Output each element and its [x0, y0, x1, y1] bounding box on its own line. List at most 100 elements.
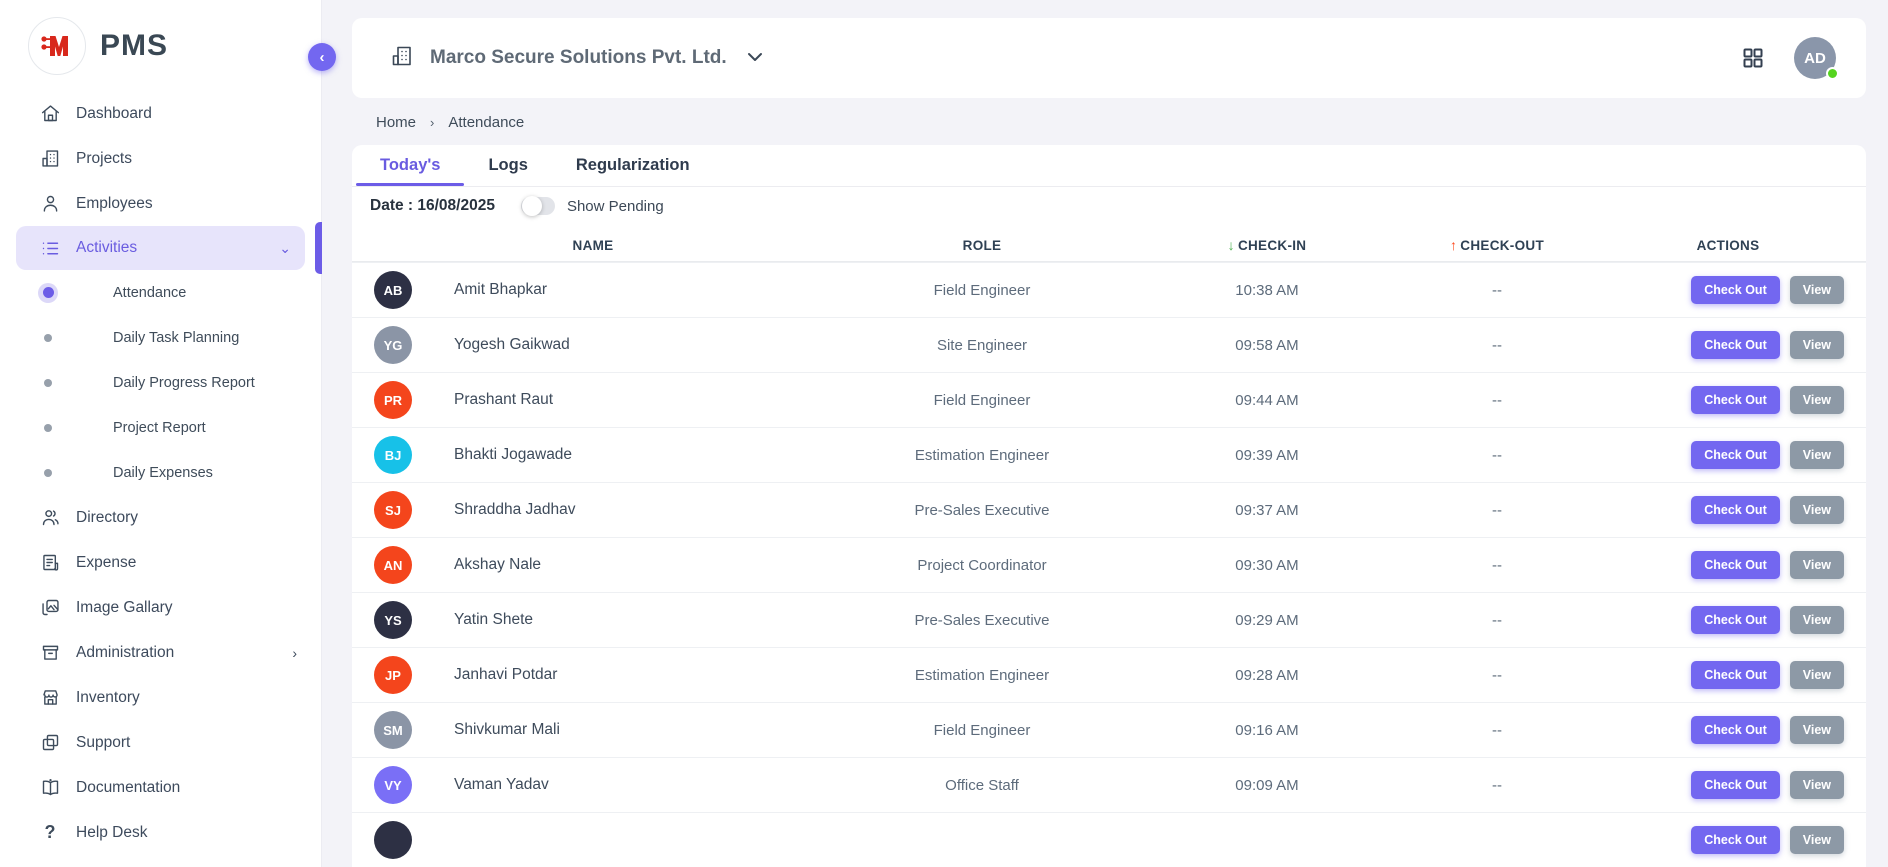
- check-out-button[interactable]: Check Out: [1691, 826, 1780, 854]
- check-in-time: 09:30 AM: [1152, 557, 1382, 574]
- check-out-time: --: [1382, 777, 1612, 794]
- view-button[interactable]: View: [1790, 606, 1844, 634]
- avatar: JP: [374, 656, 412, 694]
- dot-icon: [38, 328, 58, 348]
- breadcrumb-current: Attendance: [448, 114, 524, 131]
- avatar: YS: [374, 601, 412, 639]
- check-out-button[interactable]: Check Out: [1691, 551, 1780, 579]
- check-out-time: --: [1382, 557, 1612, 574]
- view-button[interactable]: View: [1790, 386, 1844, 414]
- tabs: Today's Logs Regularization: [352, 145, 1866, 187]
- view-button[interactable]: View: [1790, 716, 1844, 744]
- check-out-button[interactable]: Check Out: [1691, 331, 1780, 359]
- check-out-time: --: [1382, 612, 1612, 629]
- sidebar-subitem-daily-task-planning[interactable]: Daily Task Planning: [0, 315, 321, 360]
- view-button[interactable]: View: [1790, 661, 1844, 689]
- avatar: [374, 821, 412, 859]
- user-avatar[interactable]: AD: [1794, 37, 1836, 79]
- sidebar-subitem-project-report[interactable]: Project Report: [0, 405, 321, 450]
- sidebar-item-documentation[interactable]: Documentation: [0, 765, 321, 810]
- employee-name: Yatin Shete: [432, 611, 812, 629]
- sidebar-item-label: Directory: [76, 509, 297, 527]
- check-out-button[interactable]: Check Out: [1691, 386, 1780, 414]
- check-in-time: 09:44 AM: [1152, 392, 1382, 409]
- chevron-down-icon: [747, 49, 763, 67]
- table-row: SJ Shraddha Jadhav Pre-Sales Executive 0…: [352, 482, 1866, 537]
- date-label: Date : 16/08/2025: [370, 197, 495, 215]
- check-out-button[interactable]: Check Out: [1691, 661, 1780, 689]
- show-pending-toggle[interactable]: [521, 197, 555, 215]
- company-selector[interactable]: Marco Secure Solutions Pvt. Ltd.: [390, 44, 763, 73]
- view-button[interactable]: View: [1790, 331, 1844, 359]
- table-row: SM Shivkumar Mali Field Engineer 09:16 A…: [352, 702, 1866, 757]
- employee-name: Amit Bhapkar: [432, 281, 812, 299]
- archive-box-icon: [38, 641, 62, 665]
- check-out-button[interactable]: Check Out: [1691, 496, 1780, 524]
- sidebar-item-inventory[interactable]: Inventory: [0, 675, 321, 720]
- sidebar-subitem-attendance[interactable]: Attendance: [0, 270, 321, 315]
- employee-name: Akshay Nale: [432, 556, 812, 574]
- sidebar: PMS ‹ Dashboard Projects Employees: [0, 0, 322, 867]
- check-out-button[interactable]: Check Out: [1691, 606, 1780, 634]
- tab-todays[interactable]: Today's: [356, 145, 464, 186]
- table-row: JP Janhavi Potdar Estimation Engineer 09…: [352, 647, 1866, 702]
- column-header-checkout[interactable]: ↑CHECK-OUT: [1382, 237, 1612, 253]
- tab-regularization[interactable]: Regularization: [552, 145, 714, 186]
- check-in-time: 09:28 AM: [1152, 667, 1382, 684]
- column-header-checkin[interactable]: ↓CHECK-IN: [1152, 237, 1382, 253]
- sidebar-item-help-desk[interactable]: ? Help Desk: [0, 810, 321, 855]
- sidebar-item-activities[interactable]: Activities ⌄: [16, 226, 305, 270]
- column-header-actions: ACTIONS: [1612, 238, 1844, 253]
- employee-name: Janhavi Potdar: [432, 666, 812, 684]
- avatar: VY: [374, 766, 412, 804]
- sidebar-item-image-gallery[interactable]: Image Gallary: [0, 585, 321, 630]
- check-out-time: --: [1382, 667, 1612, 684]
- view-button[interactable]: View: [1790, 276, 1844, 304]
- sidebar-item-administration[interactable]: Administration ›: [0, 630, 321, 675]
- view-button[interactable]: View: [1790, 551, 1844, 579]
- sidebar-collapse-button[interactable]: ‹: [308, 43, 336, 71]
- sidebar-subitem-label: Daily Task Planning: [113, 330, 239, 346]
- view-button[interactable]: View: [1790, 441, 1844, 469]
- company-name: Marco Secure Solutions Pvt. Ltd.: [430, 47, 727, 69]
- avatar: PR: [374, 381, 412, 419]
- view-button[interactable]: View: [1790, 826, 1844, 854]
- sidebar-item-label: Documentation: [76, 779, 297, 797]
- employee-name: Vaman Yadav: [432, 776, 812, 794]
- employee-role: Estimation Engineer: [812, 447, 1152, 464]
- sidebar-item-employees[interactable]: Employees: [0, 181, 321, 226]
- list-icon: [38, 236, 62, 260]
- dot-icon: [38, 463, 58, 483]
- sidebar-subitem-label: Project Report: [113, 420, 206, 436]
- sidebar-item-directory[interactable]: Directory: [0, 495, 321, 540]
- sidebar-item-label: Expense: [76, 554, 297, 572]
- check-in-time: 09:39 AM: [1152, 447, 1382, 464]
- sidebar-item-expense[interactable]: Expense: [0, 540, 321, 585]
- employee-name: Shraddha Jadhav: [432, 501, 812, 519]
- sidebar-subitem-daily-progress-report[interactable]: Daily Progress Report: [0, 360, 321, 405]
- breadcrumb-home[interactable]: Home: [376, 114, 416, 131]
- sidebar-subitem-daily-expenses[interactable]: Daily Expenses: [0, 450, 321, 495]
- filter-row: Date : 16/08/2025 Show Pending: [352, 187, 1866, 226]
- row-actions: Check Out View: [1612, 441, 1844, 469]
- check-out-button[interactable]: Check Out: [1691, 276, 1780, 304]
- tab-logs[interactable]: Logs: [464, 145, 551, 186]
- topbar: Marco Secure Solutions Pvt. Ltd. AD: [352, 18, 1866, 98]
- sidebar-item-label: Employees: [76, 195, 297, 213]
- view-button[interactable]: View: [1790, 771, 1844, 799]
- check-out-button[interactable]: Check Out: [1691, 441, 1780, 469]
- table-row: AB Amit Bhapkar Field Engineer 10:38 AM …: [352, 262, 1866, 317]
- check-out-button[interactable]: Check Out: [1691, 716, 1780, 744]
- apps-grid-icon[interactable]: [1742, 47, 1764, 69]
- sidebar-item-dashboard[interactable]: Dashboard: [0, 91, 321, 136]
- sidebar-item-label: Dashboard: [76, 105, 297, 123]
- avatar: BJ: [374, 436, 412, 474]
- check-out-button[interactable]: Check Out: [1691, 771, 1780, 799]
- avatar: SM: [374, 711, 412, 749]
- main-area: Marco Secure Solutions Pvt. Ltd. AD Home…: [322, 0, 1888, 867]
- sidebar-item-support[interactable]: Support: [0, 720, 321, 765]
- sidebar-item-projects[interactable]: Projects: [0, 136, 321, 181]
- home-icon: [38, 102, 62, 126]
- view-button[interactable]: View: [1790, 496, 1844, 524]
- table-row: AN Akshay Nale Project Coordinator 09:30…: [352, 537, 1866, 592]
